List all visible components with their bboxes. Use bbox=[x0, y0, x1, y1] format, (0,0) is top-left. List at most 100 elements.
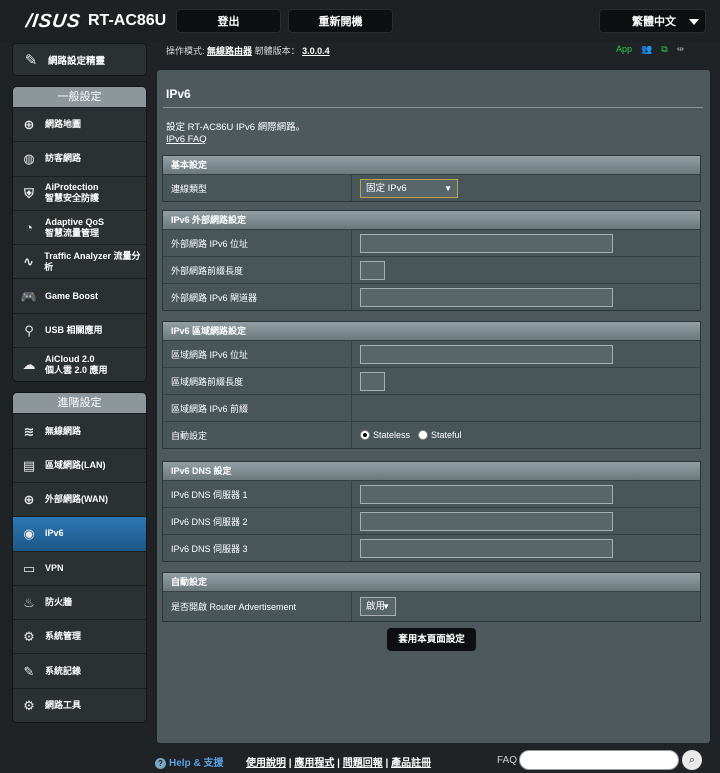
language-value: 繁體中文 bbox=[632, 16, 676, 28]
nav-item-game-boost[interactable]: 🎮 Game Boost bbox=[13, 278, 146, 313]
manual-link[interactable]: 使用說明 bbox=[246, 758, 286, 769]
language-select[interactable]: 繁體中文 bbox=[599, 9, 706, 33]
guest-network-icon: ◍ bbox=[23, 151, 35, 167]
quick-setup-label: 網路設定精靈 bbox=[48, 55, 106, 67]
wizard-icon: ✎ bbox=[24, 51, 38, 69]
cloud-icon: ☁ bbox=[22, 357, 36, 373]
nav-item-system-log[interactable]: ✎ 系統記錄 bbox=[13, 653, 146, 688]
reboot-button[interactable]: 重新開機 bbox=[288, 9, 393, 33]
basic-config-section: 基本設定 連線類型 固定 IPv6 ▼ bbox=[162, 155, 701, 202]
network-tools-icon: ⚙ bbox=[23, 697, 35, 713]
aiprotection-icon: ⛨ bbox=[24, 185, 34, 201]
utility-link[interactable]: 應用程式 bbox=[294, 758, 334, 769]
nav-label: USB 相關應用 bbox=[45, 324, 103, 335]
nav-item-usb[interactable]: ⚲ USB 相關應用 bbox=[13, 312, 146, 348]
nav-label: 訪客網路 bbox=[45, 153, 82, 164]
stateful-radio[interactable]: Stateful bbox=[418, 430, 462, 440]
footer: ? Help & 支援 使用說明 | 應用程式 | 問題回報 | 產品註冊 FAQ… bbox=[0, 748, 720, 773]
status-icons: App 👥 ⧉ ⇹ bbox=[616, 44, 684, 55]
nav-item-administration[interactable]: ⚙ 系統管理 bbox=[13, 619, 146, 654]
form-row: 是否開啟 Router Advertisement 啟用 ▼ bbox=[163, 591, 700, 621]
wan-prefix-length-input[interactable] bbox=[360, 260, 385, 280]
system-log-icon: ✎ bbox=[23, 663, 35, 679]
ipv6-faq-link[interactable]: IPv6 FAQ bbox=[166, 134, 207, 145]
page-title: IPv6 bbox=[166, 87, 191, 101]
asus-logo[interactable]: /ISUS bbox=[24, 11, 83, 33]
nav-label: 區域網路(LAN) bbox=[45, 459, 106, 470]
dns-settings-section: IPv6 DNS 設定 IPv6 DNS 伺服器 1 IPv6 DNS 伺服器 … bbox=[162, 461, 701, 562]
faq-search-input[interactable] bbox=[519, 750, 679, 770]
field-label: 區域網路前綴長度 bbox=[163, 368, 352, 394]
page-description: 設定 RT-AC86U IPv6 網際網路。 bbox=[166, 122, 306, 133]
general-menu-title: 一般設定 bbox=[13, 87, 146, 107]
router-admin-page: /ISUS RT-AC86U 登出 重新開機 繁體中文 操作模式: 無線路由器 … bbox=[0, 0, 720, 773]
quick-setup-button[interactable]: ✎ 網路設定精靈 bbox=[12, 43, 147, 76]
nav-item-guest-network[interactable]: ◍ 訪客網路 bbox=[13, 141, 146, 176]
usb-status-icon[interactable]: ⇹ bbox=[677, 44, 685, 55]
dns-server-2-input[interactable] bbox=[360, 511, 613, 531]
nav-label: IPv6 bbox=[45, 528, 64, 539]
chevron-down-icon: ▼ bbox=[382, 602, 390, 611]
nav-item-wan[interactable]: ⊕ 外部網路(WAN) bbox=[13, 481, 146, 517]
radio-unselected-icon bbox=[418, 430, 429, 440]
field-label: 是否開啟 Router Advertisement bbox=[163, 592, 352, 621]
firmware-link[interactable]: 3.0.0.4 bbox=[302, 46, 330, 56]
clients-icon[interactable]: 👥 bbox=[641, 44, 652, 55]
chevron-down-icon: ▼ bbox=[444, 183, 452, 193]
firmware-label: 韌體版本： bbox=[254, 46, 300, 56]
nav-item-ipv6[interactable]: ◉ IPv6 bbox=[13, 516, 146, 551]
nav-item-aicloud[interactable]: ☁ AiCloud 2.0 個人雲 2.0 應用 bbox=[13, 347, 146, 382]
usb-icon: ⚲ bbox=[24, 322, 34, 338]
registration-link[interactable]: 產品註冊 bbox=[391, 758, 431, 769]
nav-item-network-map[interactable]: ⊕ 網路地圖 bbox=[13, 107, 146, 142]
field-label: IPv6 DNS 伺服器 2 bbox=[163, 508, 352, 534]
nav-item-vpn[interactable]: ▭ VPN bbox=[13, 550, 146, 585]
dns-server-3-input[interactable] bbox=[360, 538, 613, 558]
feedback-link[interactable]: 問題回報 bbox=[343, 758, 383, 769]
advanced-menu: 進階設定 ≋ 無線網路 ▤ 區域網路(LAN) ⊕ 外部網路(WAN) ◉ IPv6 ▭… bbox=[12, 392, 147, 724]
nav-item-traffic-analyzer[interactable]: ∿ Traffic Analyzer 流量分析 bbox=[13, 244, 146, 279]
nav-label: Traffic Analyzer 流量分析 bbox=[44, 250, 141, 272]
nav-item-network-tools[interactable]: ⚙ 網路工具 bbox=[13, 687, 146, 723]
internet-status-icon[interactable]: ⧉ bbox=[661, 44, 667, 55]
section-heading: 自動設定 bbox=[163, 573, 700, 591]
qos-icon: ◔ bbox=[25, 220, 33, 236]
connection-type-select[interactable]: 固定 IPv6 ▼ bbox=[360, 178, 458, 198]
form-row: 外部網路前綴長度 bbox=[163, 256, 700, 283]
form-row: IPv6 DNS 伺服器 1 bbox=[163, 480, 700, 507]
field-label: IPv6 DNS 伺服器 3 bbox=[163, 535, 352, 561]
wan-ipv6-address-input[interactable] bbox=[360, 233, 613, 253]
stateless-radio[interactable]: Stateless bbox=[360, 430, 410, 440]
nav-item-adaptive-qos[interactable]: ◔ Adaptive QoS 智慧流量管理 bbox=[13, 209, 146, 245]
auto-config-section: 自動設定 是否開啟 Router Advertisement 啟用 ▼ bbox=[162, 572, 701, 622]
question-icon: ? bbox=[155, 758, 166, 769]
router-advertisement-select[interactable]: 啟用 ▼ bbox=[360, 597, 396, 616]
app-link[interactable]: App bbox=[616, 44, 632, 55]
lan-ipv6-address-input[interactable] bbox=[360, 344, 613, 364]
traffic-analyzer-icon: ∿ bbox=[23, 254, 35, 270]
gamepad-icon: 🎮 bbox=[20, 288, 38, 304]
apply-button[interactable]: 套用本頁面設定 bbox=[387, 628, 476, 651]
field-label: 區域網路 IPv6 位址 bbox=[163, 341, 352, 367]
status-line: 操作模式: 無線路由器 韌體版本： 3.0.0.4 bbox=[166, 44, 330, 57]
op-mode-link[interactable]: 無線路由器 bbox=[207, 46, 252, 56]
wan-ipv6-gateway-input[interactable] bbox=[360, 287, 613, 307]
lan-icon: ▤ bbox=[22, 457, 36, 473]
select-value: 固定 IPv6 bbox=[366, 182, 407, 194]
radio-label: Stateless bbox=[373, 430, 411, 440]
logout-button[interactable]: 登出 bbox=[176, 9, 281, 33]
nav-item-firewall[interactable]: ♨ 防火牆 bbox=[13, 584, 146, 620]
faq-label: FAQ bbox=[497, 755, 518, 766]
nav-label: 系統管理 bbox=[45, 631, 82, 642]
nav-label: 網路地圖 bbox=[45, 119, 82, 130]
nav-item-wireless[interactable]: ≋ 無線網路 bbox=[13, 413, 146, 448]
nav-label: 網路工具 bbox=[45, 699, 82, 710]
nav-item-aiprotection[interactable]: ⛨ AiProtection 智慧安全防護 bbox=[13, 175, 146, 210]
help-support-link[interactable]: ? Help & 支援 bbox=[155, 754, 223, 769]
form-row: 區域網路 IPv6 前綴 bbox=[163, 394, 700, 421]
lan-prefix-length-input[interactable] bbox=[360, 371, 385, 391]
form-row: IPv6 DNS 伺服器 3 bbox=[163, 534, 700, 561]
dns-server-1-input[interactable] bbox=[360, 484, 613, 504]
nav-item-lan[interactable]: ▤ 區域網路(LAN) bbox=[13, 447, 146, 482]
search-icon[interactable]: ⌕ bbox=[682, 750, 702, 770]
